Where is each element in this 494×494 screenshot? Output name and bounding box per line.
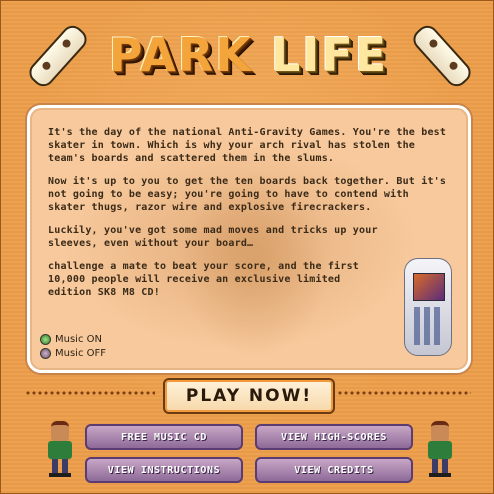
character-feet [429, 473, 451, 477]
skater-character-icon-right [425, 421, 455, 477]
game-frame: PARK LIFE It's the day of the national A… [0, 0, 494, 494]
phone-screen [413, 273, 445, 301]
mobile-phone-icon [404, 258, 452, 356]
character-body [428, 441, 452, 459]
character-head [431, 421, 449, 443]
character-body [48, 441, 72, 459]
play-now-button[interactable]: PLAY NOW! [163, 378, 335, 414]
story-paragraph-4: challenge a mate to beat your score, and… [48, 261, 360, 298]
view-instructions-button[interactable]: VIEW INSTRUCTIONS [85, 457, 243, 483]
music-on-option[interactable]: Music ON [40, 334, 102, 345]
skateboard-icon-left [24, 21, 92, 91]
character-legs [432, 459, 448, 473]
dotted-divider-left [25, 390, 155, 396]
radio-off-icon[interactable] [40, 348, 51, 359]
view-high-scores-button[interactable]: VIEW HIGH-SCORES [255, 424, 413, 450]
title-word-park: PARK [108, 28, 253, 82]
view-credits-button[interactable]: VIEW CREDITS [255, 457, 413, 483]
story-paragraph-3: Luckily, you've got some mad moves and t… [48, 225, 378, 249]
character-head [51, 421, 69, 443]
title-word-life: LIFE [270, 28, 389, 82]
music-off-label: Music OFF [55, 348, 107, 359]
skater-character-icon-left [45, 421, 75, 477]
free-music-cd-button[interactable]: FREE MUSIC CD [85, 424, 243, 450]
skateboard-icon-right [408, 21, 476, 91]
story-text: It's the day of the national Anti-Gravit… [48, 126, 448, 309]
character-feet [49, 473, 71, 477]
game-title: PARK LIFE [91, 25, 406, 85]
radio-on-icon[interactable] [40, 334, 51, 345]
character-legs [52, 459, 68, 473]
story-panel: It's the day of the national Anti-Gravit… [27, 105, 471, 373]
music-off-option[interactable]: Music OFF [40, 348, 106, 359]
phone-keypad [414, 307, 442, 345]
dotted-divider-right [337, 390, 471, 396]
story-paragraph-1: It's the day of the national Anti-Gravit… [48, 127, 447, 164]
music-on-label: Music ON [55, 334, 102, 345]
story-paragraph-2: Now it's up to you to get the ten boards… [48, 176, 447, 213]
